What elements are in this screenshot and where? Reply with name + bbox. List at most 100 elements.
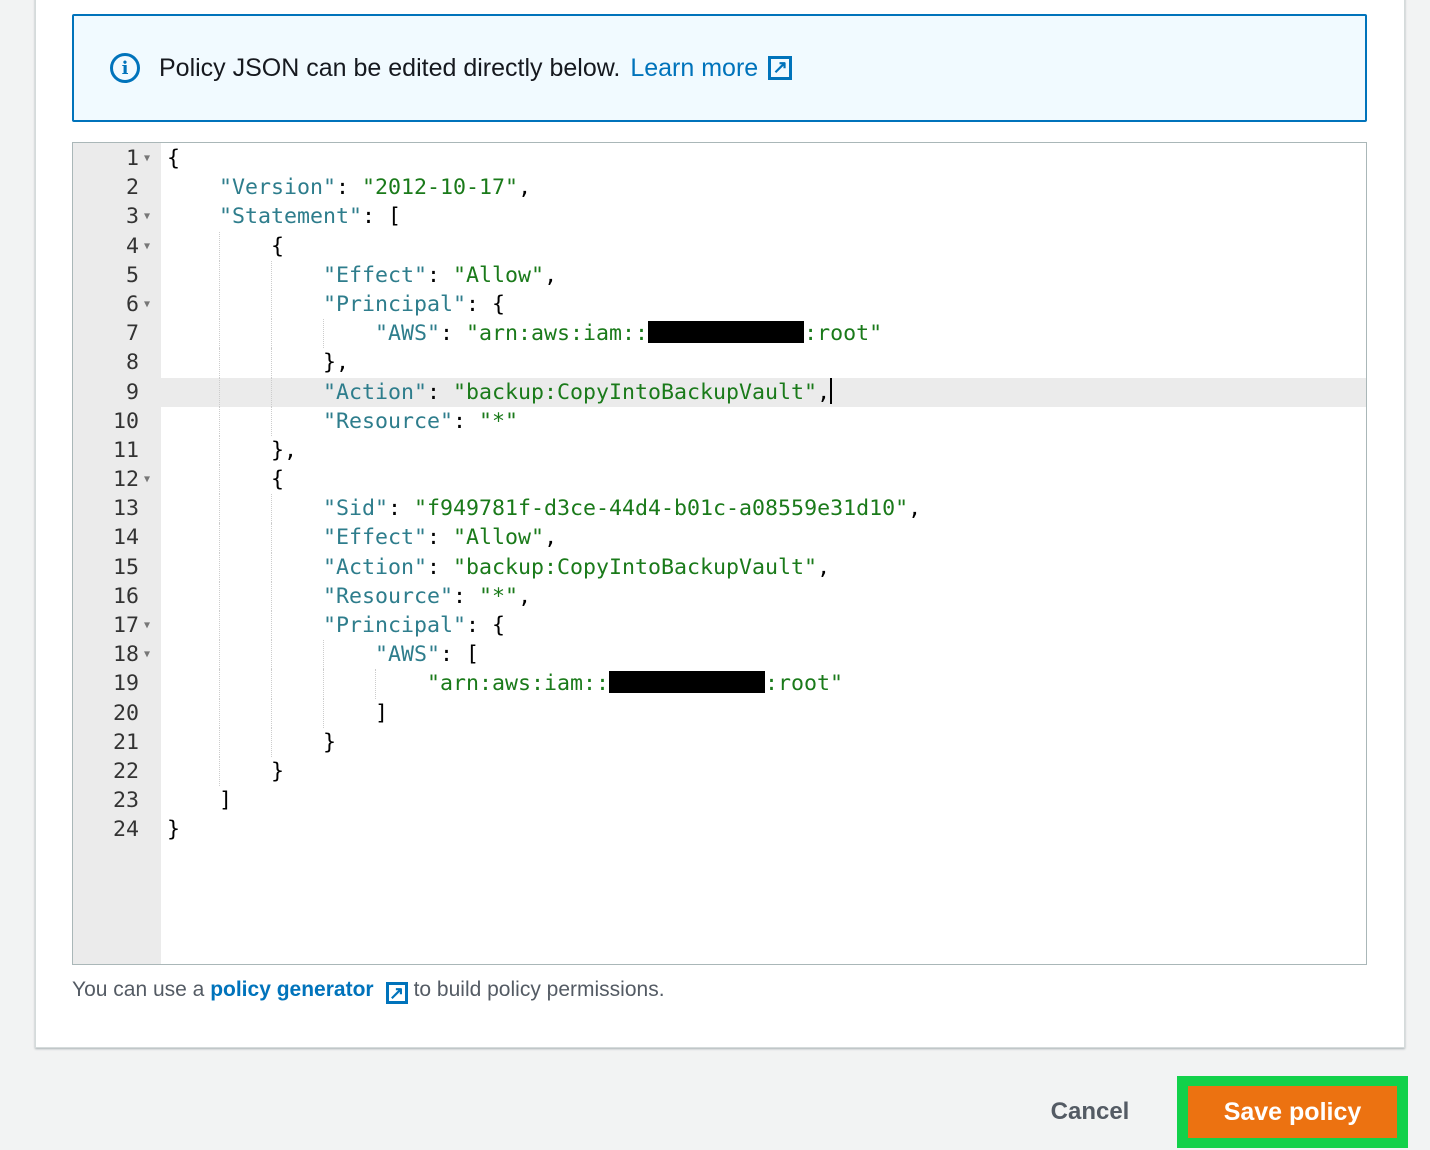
fold-toggle-icon[interactable]: ▼ [144, 144, 150, 173]
policy-generator-link[interactable]: policy generator [210, 978, 373, 1001]
code-line[interactable]: 2 "Version": "2012-10-17", [73, 173, 1366, 202]
json-string: "arn:aws:iam:: [427, 671, 609, 696]
code-line[interactable]: 22 } [73, 757, 1366, 786]
line-number: 23 [73, 786, 139, 815]
json-key: "Effect" [323, 263, 427, 288]
code-line[interactable]: 18▼ "AWS": [ [73, 640, 1366, 669]
code-line[interactable]: 12▼ { [73, 465, 1366, 494]
code-line[interactable]: 5 "Effect": "Allow", [73, 261, 1366, 290]
code-text: "Statement": [ [167, 202, 401, 231]
json-key: "Action" [323, 380, 427, 405]
code-text: "AWS": "arn:aws:iam:::root" [167, 319, 882, 348]
fold-toggle-icon[interactable]: ▼ [144, 640, 150, 669]
json-punctuation: : [336, 175, 362, 200]
code-text: { [167, 144, 180, 173]
json-punctuation: { [271, 467, 284, 492]
line-number: 7 [73, 319, 139, 348]
line-number: 13 [73, 494, 139, 523]
line-number: 22 [73, 757, 139, 786]
line-number: 21 [73, 728, 139, 757]
json-punctuation: : [ [440, 642, 479, 667]
fold-toggle-icon[interactable]: ▼ [144, 465, 150, 494]
code-line[interactable]: 19 "arn:aws:iam:::root" [73, 669, 1366, 698]
code-line[interactable]: 9 "Action": "backup:CopyIntoBackupVault"… [73, 378, 1366, 407]
json-string: "f949781f-d3ce-44d4-b01c-a08559e31d10" [414, 496, 908, 521]
code-line[interactable]: 7 "AWS": "arn:aws:iam:::root" [73, 319, 1366, 348]
code-line[interactable]: 4▼ { [73, 232, 1366, 261]
code-line[interactable]: 3▼ "Statement": [ [73, 202, 1366, 231]
fold-toggle-icon[interactable]: ▼ [144, 290, 150, 319]
redacted-account-id [609, 671, 765, 693]
line-number: 12 [73, 465, 139, 494]
fold-toggle-icon[interactable]: ▼ [144, 232, 150, 261]
code-line[interactable]: 24} [73, 815, 1366, 844]
code-line[interactable]: 13 "Sid": "f949781f-d3ce-44d4-b01c-a0855… [73, 494, 1366, 523]
cancel-button[interactable]: Cancel [1030, 1093, 1150, 1131]
code-text: { [167, 465, 284, 494]
policy-json-editor[interactable]: 1▼{2 "Version": "2012-10-17",3▼ "Stateme… [72, 142, 1367, 965]
code-text: "Principal": { [167, 290, 505, 319]
json-punctuation: , [518, 584, 531, 609]
json-punctuation: , [908, 496, 921, 521]
json-key: "AWS" [375, 642, 440, 667]
line-number: 19 [73, 669, 139, 698]
json-string: "*" [479, 409, 518, 434]
code-text: "Action": "backup:CopyIntoBackupVault", [167, 378, 832, 407]
line-number: 18 [73, 640, 139, 669]
info-message: Policy JSON can be edited directly below… [159, 54, 620, 83]
json-key: "Resource" [323, 584, 453, 609]
code-text: "Resource": "*" [167, 407, 518, 436]
code-text: "Principal": { [167, 611, 505, 640]
line-number: 8 [73, 348, 139, 377]
line-number: 10 [73, 407, 139, 436]
redacted-account-id [648, 321, 804, 343]
fold-toggle-icon[interactable]: ▼ [144, 202, 150, 231]
hint-suffix: to build policy permissions. [414, 978, 665, 1001]
learn-more-link[interactable]: Learn more [630, 54, 758, 83]
save-policy-button[interactable]: Save policy [1188, 1086, 1397, 1138]
json-string: "backup:CopyIntoBackupVault" [453, 380, 817, 405]
code-text: { [167, 232, 284, 261]
json-string: "backup:CopyIntoBackupVault" [453, 555, 817, 580]
line-number: 1 [73, 144, 139, 173]
line-number: 9 [73, 378, 139, 407]
json-punctuation: } [167, 817, 180, 842]
json-punctuation: } [323, 730, 336, 755]
json-string: "Allow" [453, 263, 544, 288]
json-key: "Effect" [323, 525, 427, 550]
hint-prefix: You can use a [72, 978, 204, 1001]
code-line[interactable]: 10 "Resource": "*" [73, 407, 1366, 436]
code-line[interactable]: 14 "Effect": "Allow", [73, 523, 1366, 552]
code-line[interactable]: 21 } [73, 728, 1366, 757]
code-line[interactable]: 17▼ "Principal": { [73, 611, 1366, 640]
code-line[interactable]: 6▼ "Principal": { [73, 290, 1366, 319]
external-link-icon[interactable]: ↗ [386, 982, 408, 1004]
code-text: "arn:aws:iam:::root" [167, 669, 843, 698]
line-number: 11 [73, 436, 139, 465]
code-text: "Effect": "Allow", [167, 261, 557, 290]
code-text: } [167, 728, 336, 757]
code-line[interactable]: 1▼ { [73, 144, 1366, 173]
json-punctuation: : [453, 409, 479, 434]
code-line[interactable]: 15 "Action": "backup:CopyIntoBackupVault… [73, 553, 1366, 582]
json-punctuation: } [271, 759, 284, 784]
json-string: :root" [804, 321, 882, 346]
line-number: 17 [73, 611, 139, 640]
text-cursor [830, 378, 832, 404]
external-link-icon[interactable]: ↗ [768, 56, 792, 80]
code-line[interactable]: 11 }, [73, 436, 1366, 465]
json-punctuation: : { [466, 292, 505, 317]
code-line[interactable]: 23 ] [73, 786, 1366, 815]
line-number: 5 [73, 261, 139, 290]
json-key: "Resource" [323, 409, 453, 434]
json-punctuation: , [544, 263, 557, 288]
json-string: "*" [479, 584, 518, 609]
fold-toggle-icon[interactable]: ▼ [144, 611, 150, 640]
json-string: "arn:aws:iam:: [466, 321, 648, 346]
line-number: 6 [73, 290, 139, 319]
code-line[interactable]: 16 "Resource": "*", [73, 582, 1366, 611]
code-line[interactable]: 20 ] [73, 699, 1366, 728]
json-punctuation: : [388, 496, 414, 521]
json-key: "Principal" [323, 292, 466, 317]
code-line[interactable]: 8 }, [73, 348, 1366, 377]
